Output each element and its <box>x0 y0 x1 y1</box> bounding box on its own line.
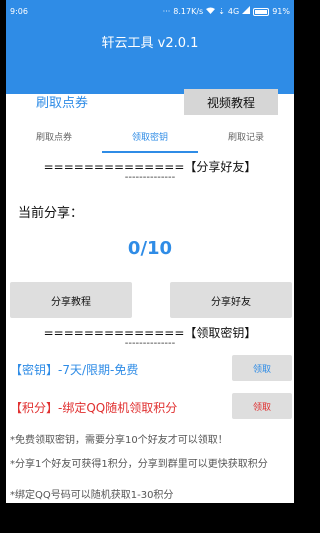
app-title: 轩云工具 v2.0.1 <box>101 36 199 51</box>
system-nav-bar <box>0 503 300 533</box>
claim-key-button[interactable]: 领取 <box>232 355 292 381</box>
current-share-label: 当前分享： <box>18 206 84 221</box>
battery-percent: 91% <box>272 7 290 16</box>
wifi-icon <box>206 0 216 24</box>
share-tutorial-button[interactable]: 分享教程 <box>10 282 132 318</box>
share-section-dashes: -------------- <box>124 172 176 183</box>
battery-icon <box>253 8 270 16</box>
brush-points-link[interactable]: 刷取点券 <box>36 92 88 111</box>
video-tutorial-button[interactable]: 视频教程 <box>184 89 278 115</box>
tab-brush-records[interactable]: 刷取记录 <box>198 126 294 156</box>
note-free-key: *免费领取密钥，需要分享10个好友才可以领取！ <box>10 435 228 446</box>
dots-icon: ··· <box>162 7 171 16</box>
tab-bar: 刷取点券 领取密钥 刷取记录 <box>6 126 294 156</box>
share-count: 0/10 <box>127 238 173 259</box>
points-row-text: 【积分】-绑定QQ随机领取积分 <box>10 401 178 415</box>
network-type: 4G <box>227 7 240 16</box>
network-speed: 8.17K/s <box>173 7 204 16</box>
note-bind-qq: *绑定QQ号码可以随机获取1-30积分 <box>10 490 174 501</box>
app-header: 轩云工具 v2.0.1 <box>6 24 294 94</box>
signal-icon <box>242 0 251 24</box>
app-screen: 9:06 ··· 8.17K/s ⇣ 4G 91% 轩云工具 v2.0.1 刷取… <box>6 0 294 533</box>
status-bar: 9:06 ··· 8.17K/s ⇣ 4G 91% <box>6 0 294 24</box>
tab-active-indicator <box>102 151 198 153</box>
key-section-dashes: -------------- <box>124 338 176 349</box>
status-time: 9:06 <box>10 7 28 16</box>
note-share-points: *分享1个好友可获得1积分，分享到群里可以更快获取积分 <box>10 459 268 469</box>
download-icon: ⇣ <box>218 7 225 16</box>
key-row-text: 【密钥】-7天/限期-免费 <box>10 363 139 377</box>
share-friends-button[interactable]: 分享好友 <box>170 282 292 318</box>
status-right-group: ··· 8.17K/s ⇣ 4G 91% <box>163 0 290 24</box>
tab-brush-points[interactable]: 刷取点券 <box>6 126 102 156</box>
claim-points-button[interactable]: 领取 <box>232 393 292 419</box>
